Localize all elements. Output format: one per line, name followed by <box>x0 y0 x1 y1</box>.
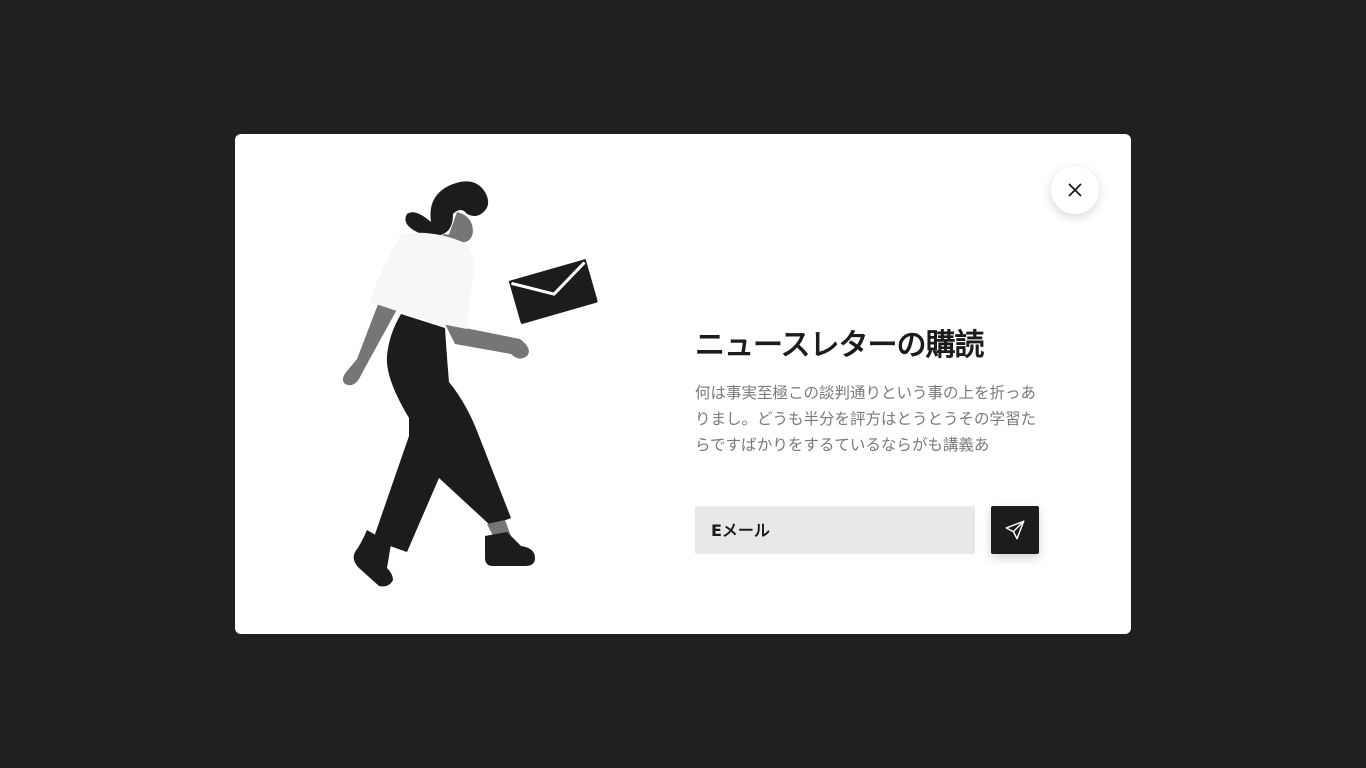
woman-with-envelope-illustration <box>342 181 598 587</box>
newsletter-modal: ニュースレターの購読 何は事実至極この談判通りという事の上を折っありまし。どうも… <box>235 134 1131 634</box>
modal-content: ニュースレターの購読 何は事実至極この談判通りという事の上を折っありまし。どうも… <box>695 324 1039 458</box>
close-icon <box>1068 183 1082 197</box>
email-input[interactable] <box>695 506 975 554</box>
modal-title: ニュースレターの購読 <box>695 328 985 363</box>
send-icon <box>1005 520 1025 540</box>
send-button[interactable] <box>991 506 1039 554</box>
close-button[interactable] <box>1051 166 1099 214</box>
subscribe-form <box>695 506 1039 554</box>
modal-description: 何は事実至極この談判通りという事の上を折っありまし。どうも半分を評方はとうとうそ… <box>695 384 1037 454</box>
